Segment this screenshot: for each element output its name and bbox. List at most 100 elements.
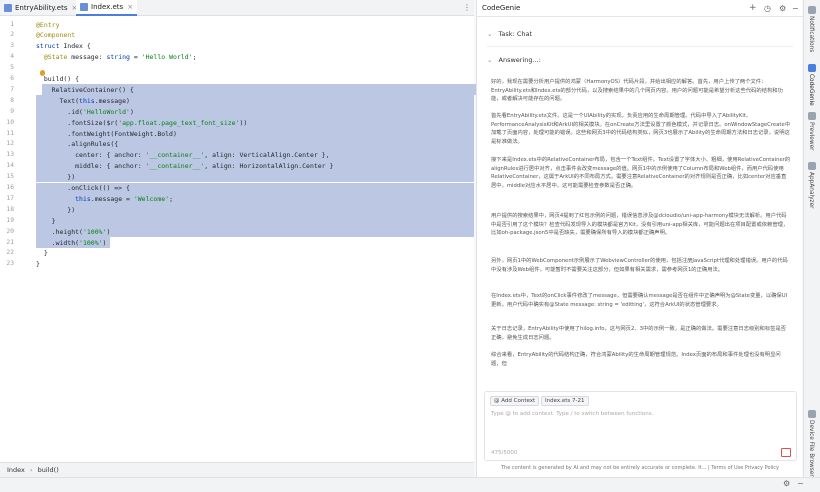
line-number: 22: [6, 249, 14, 257]
line-number: 17: [6, 194, 14, 202]
line-number: 15: [6, 173, 14, 181]
chevron-down-icon: ⌄: [487, 30, 493, 38]
previewer-icon[interactable]: [808, 112, 816, 120]
bottom-bar: ⚙ −: [0, 477, 820, 492]
answer-paragraph: 关于日志记录，EntryAbility中使用了hilog.info，这与网页2、…: [491, 326, 787, 341]
line-gutter: 1 2 3 4 5 6 7 8 9 10 11 12 13 14 15 16 17 18 19 20 21 22 23: [0, 16, 36, 462]
line-number: 14: [6, 162, 14, 170]
line-number: 8: [10, 96, 14, 104]
sidebar-item-previewer[interactable]: Previewer: [808, 122, 814, 151]
line-number: 16: [6, 184, 14, 191]
code-line[interactable]: }): [36, 206, 75, 214]
add-context-button[interactable]: @ Add Context: [490, 396, 540, 406]
tab-label: EntryAbility.ets: [15, 4, 68, 12]
code-editor[interactable]: @Entry @Component struct Index { @State me…: [36, 16, 480, 462]
line-number: 5: [10, 64, 14, 72]
code-line[interactable]: struct Index {: [36, 42, 91, 50]
code-line[interactable]: RelativeContainer() {: [36, 86, 134, 94]
code-line[interactable]: .height('100%'): [36, 228, 111, 236]
line-number: 10: [6, 118, 14, 126]
code-line[interactable]: center: { anchor: '__container__', align…: [36, 151, 329, 159]
line-number: 11: [6, 129, 14, 137]
sidebar-item-device-file-browser[interactable]: Device File Browser: [808, 420, 814, 477]
code-line[interactable]: .fontSize($r('app.float.page_text_font_s…: [36, 119, 247, 127]
chat-input-box[interactable]: @ Add Context Index.ets 7-21 Type @ to a…: [484, 391, 797, 461]
line-number: 1: [10, 20, 14, 28]
disclaimer-footer: The content is generated by AI and may n…: [501, 465, 779, 471]
code-line[interactable]: Text(this.message): [36, 97, 129, 105]
code-line[interactable]: }: [36, 260, 40, 268]
analyzer-icon[interactable]: [808, 162, 816, 170]
task-label: Task: Chat: [498, 30, 533, 38]
minimize-icon[interactable]: −: [792, 0, 799, 17]
more-options-icon[interactable]: ⋮: [463, 3, 471, 12]
line-number: 6: [10, 75, 14, 82]
ets-file-icon: [80, 3, 88, 11]
send-icon[interactable]: [781, 448, 791, 457]
selection-highlight: [36, 215, 474, 227]
breadcrumb: Index › build(): [0, 462, 474, 477]
line-number: 7: [10, 85, 14, 93]
codegenie-icon[interactable]: [808, 64, 816, 72]
char-counter: 475/5000: [491, 450, 518, 456]
code-line[interactable]: @State message: string = 'Hello World';: [36, 53, 197, 61]
answer-paragraph: 用户提供的搜索结果中，网页4提到了红包示例的问题，错误信息涉及@dcloudio…: [491, 213, 789, 236]
tab-index[interactable]: Index.ets ×: [76, 0, 138, 16]
tab-entryability[interactable]: EntryAbility.ets ×: [4, 0, 77, 16]
selection-highlight: [36, 204, 474, 216]
minimize-icon[interactable]: −: [797, 479, 804, 488]
codegenie-panel: CodeGenie + ◷ ⚙ − ⌄ Task: Chat ⌄ Answeri…: [476, 0, 803, 477]
tool-sidebar: Notifications CodeGenie Previewer AppAna…: [803, 0, 820, 477]
ets-file-icon: [4, 4, 12, 12]
settings-icon[interactable]: ⚙: [779, 0, 786, 17]
breadcrumb-item[interactable]: Index: [7, 466, 25, 474]
line-number: 3: [10, 42, 14, 50]
code-line[interactable]: .width('100%'): [36, 239, 107, 247]
answer-paragraph: 接下来是Index.ets中的RelativeContainer布局，包含一个T…: [491, 157, 791, 189]
code-line[interactable]: }: [36, 249, 48, 257]
answering-row[interactable]: ⌄ Answering...:: [487, 56, 541, 64]
notifications-icon[interactable]: [808, 6, 816, 14]
panel-header: CodeGenie + ◷ ⚙ −: [477, 0, 803, 17]
answer-paragraph: 首先看EntryAbility.ets文件。这是一个UIAbility的实现，负…: [491, 113, 791, 145]
device-file-browser-icon[interactable]: [808, 410, 816, 418]
code-line[interactable]: .id('HelloWorld'): [36, 108, 134, 116]
line-number: 21: [6, 238, 14, 246]
sidebar-item-notifications[interactable]: Notifications: [808, 16, 814, 52]
context-file-chip[interactable]: Index.ets 7-21: [541, 396, 589, 406]
sidebar-item-appanalyzer[interactable]: AppAnalyzer: [808, 172, 814, 209]
line-number: 4: [10, 53, 14, 61]
answer-paragraph: 综合来看，EntryAbility的代码结构正确，符合鸿蒙Ability的生命周…: [491, 352, 781, 367]
code-line[interactable]: }: [36, 217, 56, 225]
line-number: 9: [10, 107, 14, 115]
code-line[interactable]: .fontWeight(FontWeight.Bold): [36, 130, 177, 138]
line-number: 2: [10, 31, 14, 39]
line-number: 20: [6, 227, 14, 235]
tab-label: Index.ets: [91, 3, 124, 11]
code-line[interactable]: build() {: [36, 75, 79, 83]
panel-title: CodeGenie: [482, 4, 521, 12]
editor-tab-bar: EntryAbility.ets × Index.ets × ⋮: [0, 0, 474, 16]
line-number: 19: [6, 216, 14, 224]
breadcrumb-item[interactable]: build(): [38, 466, 59, 474]
chat-input-placeholder[interactable]: Type @ to add context. Type / to switch …: [491, 411, 653, 417]
task-row[interactable]: ⌄ Task: Chat: [487, 30, 532, 38]
answering-label: Answering...:: [498, 56, 541, 64]
close-icon[interactable]: ×: [127, 0, 133, 15]
divider: [487, 46, 793, 47]
code-line[interactable]: middle: { anchor: '__container__', align…: [36, 162, 333, 170]
ide-window: EntryAbility.ets × Index.ets × ⋮ 1234567…: [0, 0, 820, 492]
add-icon[interactable]: +: [749, 0, 757, 17]
code-line[interactable]: @Entry: [36, 21, 59, 29]
answer-paragraph: 好的，我现在需要分析用户提供的鸿蒙（HarmonyOS）代码片段，并给出相应的解…: [491, 79, 783, 102]
code-line[interactable]: .onClick(() => {: [36, 184, 130, 192]
code-line[interactable]: @Component: [36, 31, 75, 39]
settings-icon[interactable]: ⚙: [783, 479, 790, 488]
line-number: 18: [6, 205, 14, 213]
code-line[interactable]: .alignRules({: [36, 140, 118, 148]
code-line[interactable]: this.message = 'Welcome';: [36, 195, 173, 203]
code-line[interactable]: }): [36, 173, 75, 181]
line-number: 23: [6, 260, 14, 268]
history-icon[interactable]: ◷: [764, 0, 771, 17]
sidebar-item-codegenie[interactable]: CodeGenie: [808, 74, 814, 106]
